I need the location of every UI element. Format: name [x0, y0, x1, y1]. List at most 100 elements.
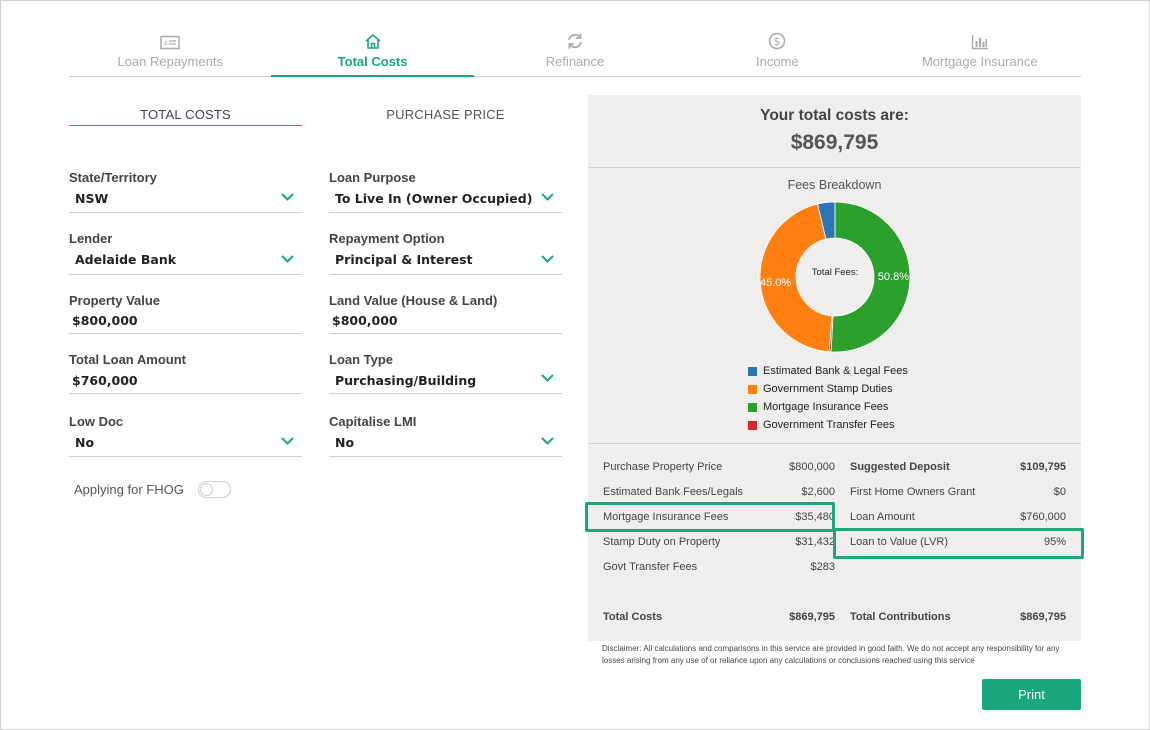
summary-total: $869,795 — [790, 131, 879, 154]
chevron-down-icon — [281, 437, 294, 445]
contribution-row: Loan Amount $760,000 — [850, 504, 1066, 529]
donut-center-label: Total Fees: — [812, 267, 858, 278]
subtab-purchase-price[interactable]: PURCHASE PRICE — [329, 107, 562, 126]
legend-label: Estimated Bank & Legal Fees — [763, 365, 908, 377]
subtab-total-costs[interactable]: TOTAL COSTS — [69, 107, 302, 126]
total-costs-row: Total Costs $869,795 — [603, 604, 835, 629]
field-value: Purchasing/Building — [335, 373, 477, 388]
field-value: No — [335, 435, 355, 450]
field-value: $800,000 — [332, 313, 398, 328]
field-label: Repayment Option — [329, 231, 445, 246]
toggle-knob — [200, 483, 213, 496]
land-value-input[interactable]: Land Value (House & Land) $800,000 — [329, 293, 562, 334]
state-territory-select[interactable]: State/Territory NSW — [69, 170, 302, 213]
row-value: $0 — [1053, 485, 1066, 498]
tab-income[interactable]: $ Income — [676, 28, 878, 76]
legend-item: Estimated Bank & Legal Fees — [748, 362, 908, 380]
cost-row: Stamp Duty on Property $31,432 — [603, 529, 835, 554]
tab-mortgage-insurance[interactable]: Mortgage Insurance — [879, 28, 1081, 76]
total-contributions-row: Total Contributions $869,795 — [850, 604, 1066, 629]
field-label: Loan Type — [329, 352, 394, 367]
row-value: $283 — [810, 560, 835, 573]
legend-label: Government Transfer Fees — [763, 419, 895, 431]
loan-purpose-select[interactable]: Loan Purpose To Live In (Owner Occupied) — [329, 170, 562, 213]
field-label: Property Value — [69, 293, 161, 308]
highlight-mortgage-insurance — [585, 502, 835, 532]
legend-item: Government Stamp Duties — [748, 380, 908, 398]
row-label: Purchase Property Price — [603, 460, 723, 473]
row-label: Estimated Bank Fees/Legals — [603, 485, 744, 498]
total-loan-amount-input[interactable]: Total Loan Amount $760,000 — [69, 352, 302, 394]
repayment-option-select[interactable]: Repayment Option Principal & Interest — [329, 231, 562, 275]
tab-loan-repayments[interactable]: $ Loan Repayments — [69, 28, 271, 76]
chevron-down-icon — [541, 437, 554, 445]
home-icon — [365, 34, 381, 49]
svg-text:$: $ — [774, 36, 781, 48]
field-label: Total Loan Amount — [69, 352, 186, 367]
legend-swatch — [748, 366, 757, 376]
chevron-down-icon — [541, 374, 554, 382]
field-value: No — [75, 435, 95, 450]
row-label: Loan Amount — [850, 510, 915, 523]
tab-label: Loan Repayments — [117, 54, 223, 69]
loan-type-select[interactable]: Loan Type Purchasing/Building — [329, 352, 562, 394]
legend-label: Mortgage Insurance Fees — [763, 401, 889, 413]
field-value: NSW — [75, 191, 109, 206]
row-value: $760,000 — [1020, 510, 1066, 523]
fhog-label: Applying for FHOG — [74, 482, 184, 497]
tab-label: Mortgage Insurance — [921, 54, 1038, 69]
chart-legend: Estimated Bank & Legal Fees Government St… — [748, 362, 908, 434]
row-value: $109,795 — [1020, 460, 1066, 473]
row-value: $31,432 — [795, 535, 835, 548]
tab-total-costs[interactable]: Total Costs — [271, 28, 475, 77]
tab-refinance[interactable]: Refinance — [474, 28, 676, 76]
money-note-icon: $ — [160, 35, 180, 50]
capitalise-lmi-select[interactable]: Capitalise LMI No — [329, 414, 562, 457]
field-label: Lender — [69, 231, 113, 246]
field-value: Principal & Interest — [335, 252, 473, 267]
field-value: $800,000 — [72, 313, 138, 328]
row-label: Total Costs — [603, 610, 663, 623]
row-label: Suggested Deposit — [850, 460, 950, 473]
field-label: Capitalise LMI — [329, 414, 417, 429]
contribution-row: Suggested Deposit $109,795 — [850, 454, 1066, 479]
lender-select[interactable]: Lender Adelaide Bank — [69, 231, 302, 275]
main-tabs: $ Loan Repayments Total Costs Refinance … — [69, 28, 1081, 77]
chevron-down-icon — [281, 193, 294, 201]
print-button[interactable]: Print — [982, 679, 1081, 710]
row-label: Total Contributions — [850, 610, 951, 623]
dollar-circle-icon: $ — [769, 32, 786, 50]
slice-data-label: 45.0% — [760, 277, 791, 289]
tab-label: Income — [756, 54, 799, 69]
row-value: $869,795 — [1020, 610, 1066, 623]
property-value-input[interactable]: Property Value $800,000 — [69, 293, 302, 334]
fees-donut-chart: 50.8% 45.0% Total Fees: — [759, 201, 911, 353]
legend-swatch — [748, 384, 757, 394]
legend-label: Government Stamp Duties — [763, 383, 893, 395]
row-label: Govt Transfer Fees — [603, 560, 698, 573]
field-label: State/Territory — [69, 170, 157, 185]
low-doc-select[interactable]: Low Doc No — [69, 414, 302, 457]
fhog-toggle[interactable] — [198, 481, 231, 498]
refresh-icon — [568, 33, 582, 49]
row-value: $2,600 — [801, 485, 835, 498]
slice-data-label: 50.8% — [878, 271, 909, 283]
field-value: To Live In (Owner Occupied) — [335, 191, 533, 206]
row-value: $869,795 — [789, 610, 835, 623]
field-value: Adelaide Bank — [75, 252, 177, 267]
legend-swatch — [748, 420, 757, 430]
chevron-down-icon — [541, 193, 554, 201]
row-label: First Home Owners Grant — [850, 485, 976, 498]
bar-chart-icon — [971, 35, 988, 50]
cost-row: Estimated Bank Fees/Legals $2,600 — [603, 479, 835, 504]
legend-item: Mortgage Insurance Fees — [748, 398, 908, 416]
chevron-down-icon — [281, 255, 294, 263]
chevron-down-icon — [541, 255, 554, 263]
fees-breakdown-title: Fees Breakdown — [787, 178, 882, 192]
field-label: Loan Purpose — [329, 170, 416, 185]
summary-header: Your total costs are: $869,795 — [588, 95, 1081, 168]
tab-label: Total Costs — [337, 54, 408, 69]
contribution-row: First Home Owners Grant $0 — [850, 479, 1066, 504]
svg-text:$: $ — [164, 40, 168, 47]
summary-title: Your total costs are: — [760, 107, 909, 124]
